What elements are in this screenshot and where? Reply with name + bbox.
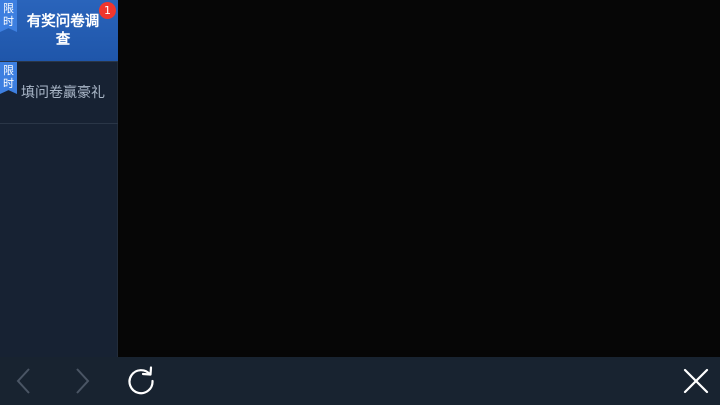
refresh-icon	[128, 366, 154, 395]
sidebar-item-questionnaire-gift[interactable]: 限 时 填问卷赢豪礼	[0, 62, 118, 124]
back-button[interactable]	[2, 357, 46, 405]
refresh-button[interactable]	[119, 357, 163, 405]
chevron-left-icon	[16, 368, 30, 394]
limited-time-tag: 限 时	[0, 0, 17, 32]
notification-badge: 1	[99, 2, 116, 19]
sidebar-item-survey[interactable]: 限 时 有奖问卷调查 1	[0, 0, 118, 62]
chevron-right-icon	[76, 368, 90, 394]
close-icon	[683, 368, 709, 394]
content-area	[118, 0, 720, 357]
sidebar-item-label: 有奖问卷调查	[26, 13, 100, 48]
bottom-toolbar	[0, 357, 720, 405]
sidebar: 限 时 有奖问卷调查 1 限 时 填问卷赢豪礼	[0, 0, 118, 357]
close-button[interactable]	[674, 357, 718, 405]
sidebar-item-label: 填问卷赢豪礼	[21, 84, 105, 101]
limited-time-tag: 限 时	[0, 62, 17, 94]
forward-button[interactable]	[60, 357, 104, 405]
